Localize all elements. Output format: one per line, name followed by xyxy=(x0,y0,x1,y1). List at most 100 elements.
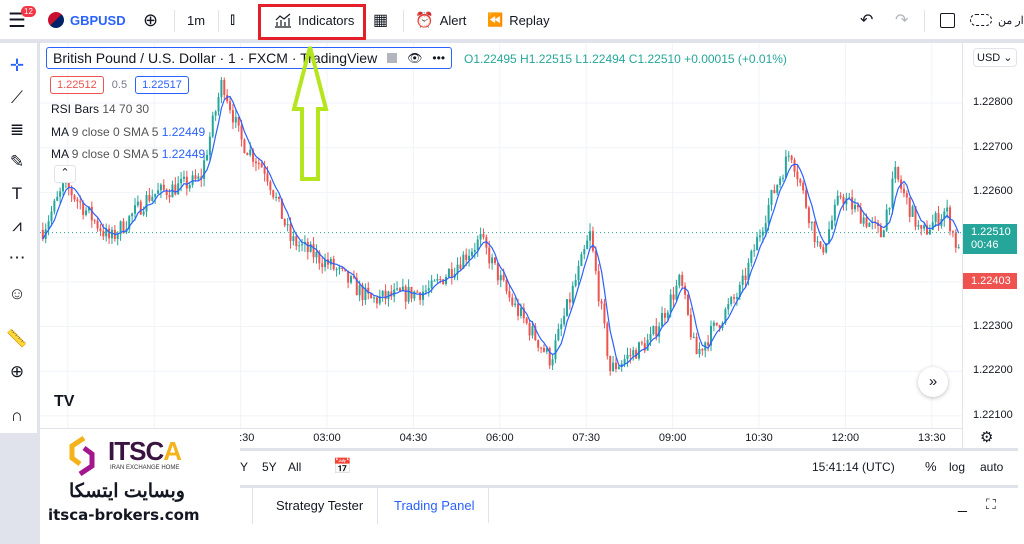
candle xyxy=(194,175,197,180)
candle xyxy=(686,294,689,315)
ruler-icon[interactable]: 📏 xyxy=(6,328,28,350)
candle xyxy=(246,152,249,156)
fullscreen-square-icon[interactable] xyxy=(940,0,955,40)
top-toolbar: ☰ 12 GBPUSD ⊕ 1m ⫾ Indicators ▦ ⏰ Alert … xyxy=(0,0,1024,42)
cloud-save-button[interactable]: ار من xyxy=(970,0,1024,40)
price-tick-label: 1.22300 xyxy=(973,319,1013,332)
indicator-ma-1[interactable]: MA 9 close 0 SMA 5 1.22449 xyxy=(51,125,205,139)
candle xyxy=(416,291,419,293)
candle xyxy=(954,232,957,248)
candle xyxy=(404,286,407,302)
candle xyxy=(260,163,263,168)
indicator-ma-2[interactable]: MA 9 close 0 SMA 5 1.22449 xyxy=(51,147,205,161)
candle xyxy=(243,139,246,153)
candle xyxy=(822,247,825,253)
menu-button[interactable]: ☰ 12 xyxy=(8,0,36,40)
candle xyxy=(779,178,782,185)
settings-gear-icon[interactable]: ⚙ xyxy=(980,428,993,446)
price-axis[interactable]: USD ⌄ 1.228001.227001.226001.225001.2240… xyxy=(962,43,1018,448)
price-tick-label: 1.22100 xyxy=(973,408,1013,421)
candle xyxy=(427,288,430,291)
candle xyxy=(231,110,234,123)
trend-line-icon[interactable]: ⟋ xyxy=(6,87,28,109)
interval-button[interactable]: 1m xyxy=(187,0,205,40)
fib-lines-icon[interactable]: ≣ xyxy=(6,119,28,141)
chart-pane[interactable]: British Pound / U.S. Dollar · 1 · FXCM ·… xyxy=(40,43,962,428)
candle xyxy=(678,274,681,286)
candle xyxy=(591,231,594,251)
clock-timezone[interactable]: 15:41:14 (UTC) xyxy=(812,460,895,474)
candle xyxy=(741,275,744,285)
log-toggle[interactable]: log xyxy=(949,460,965,474)
candle xyxy=(614,362,617,370)
range-all[interactable]: All xyxy=(288,460,301,474)
collapse-legend-chevron-icon[interactable]: ⌃ xyxy=(54,165,76,183)
layouts-grid-icon[interactable]: ▦ xyxy=(373,0,388,40)
candle xyxy=(223,79,226,95)
candle xyxy=(191,175,194,185)
candle xyxy=(917,225,920,227)
zoom-in-icon[interactable]: ⊕ xyxy=(6,361,28,383)
time-tick-label: 07:30 xyxy=(572,432,600,444)
text-icon[interactable]: T xyxy=(6,183,28,205)
symbol-search-button[interactable]: GBPUSD xyxy=(48,0,126,40)
flag-marker-icon[interactable] xyxy=(387,53,398,63)
redo-icon[interactable]: ↷ xyxy=(895,0,908,40)
minimize-panel-icon[interactable]: _ xyxy=(958,496,967,514)
time-tick-label: 04:30 xyxy=(399,432,428,444)
candle xyxy=(770,190,773,205)
candle xyxy=(551,359,554,366)
tab-trading-panel[interactable]: Trading Panel xyxy=(380,488,490,524)
range-1y[interactable]: Y xyxy=(240,460,248,474)
candle xyxy=(217,97,220,112)
maximize-panel-icon[interactable]: ⛶ xyxy=(986,496,996,513)
percent-toggle[interactable]: % xyxy=(925,459,937,474)
replay-button[interactable]: ⏪ Replay xyxy=(487,0,550,40)
goto-date-calendar-icon[interactable]: 📅 xyxy=(333,457,352,475)
sell-button[interactable]: 1.22512 xyxy=(50,76,104,94)
candle xyxy=(108,228,111,239)
candle xyxy=(672,294,675,300)
alert-button[interactable]: ⏰ Alert xyxy=(415,0,466,40)
indicator-rsi-bars[interactable]: RSI Bars 14 70 30 xyxy=(51,102,149,116)
pattern-icon[interactable]: ⩘ xyxy=(6,215,28,237)
buy-button[interactable]: 1.22517 xyxy=(135,76,189,94)
candle xyxy=(335,269,338,271)
candle xyxy=(715,322,718,326)
brush-icon[interactable]: ✎ xyxy=(6,151,28,173)
compare-plus-icon[interactable]: ⊕ xyxy=(143,0,158,40)
undo-icon[interactable]: ↶ xyxy=(860,0,873,40)
candle xyxy=(810,221,813,224)
candle xyxy=(854,205,856,210)
candle xyxy=(162,184,165,190)
auto-toggle[interactable]: auto xyxy=(980,460,1003,474)
candle xyxy=(298,245,301,247)
candle xyxy=(142,211,145,215)
scroll-to-realtime-icon[interactable]: » xyxy=(918,367,948,397)
prediction-icon[interactable]: ⋯ xyxy=(6,247,28,269)
candle xyxy=(692,336,695,338)
price-chart[interactable] xyxy=(40,43,962,428)
tab-strategy-tester[interactable]: Strategy Tester xyxy=(262,488,379,524)
annotation-arrow-icon xyxy=(291,46,329,181)
candle xyxy=(85,210,88,215)
candle xyxy=(885,209,888,231)
magnet-icon[interactable]: ∩ xyxy=(6,405,28,427)
candle xyxy=(816,241,819,243)
eye-icon[interactable]: 👁 xyxy=(407,51,422,65)
candles-icon[interactable]: ⫾ xyxy=(230,0,235,40)
buy-sell-panel: 1.22512 0.5 1.22517 xyxy=(50,76,189,94)
crosshair-icon[interactable]: ✛ xyxy=(6,55,28,77)
currency-select[interactable]: USD ⌄ xyxy=(973,48,1017,67)
candle xyxy=(283,218,286,226)
range-5y[interactable]: 5Y xyxy=(262,460,277,474)
candle xyxy=(784,156,787,178)
candle xyxy=(566,299,568,316)
symbol-legend[interactable]: British Pound / U.S. Dollar · 1 · FXCM ·… xyxy=(46,47,453,69)
notification-badge: 12 xyxy=(21,6,36,17)
emoji-icon[interactable]: ☺ xyxy=(6,283,28,305)
candle xyxy=(681,274,684,286)
candle xyxy=(836,195,839,205)
more-dots-icon[interactable]: ••• xyxy=(432,51,445,65)
candle xyxy=(465,254,468,261)
